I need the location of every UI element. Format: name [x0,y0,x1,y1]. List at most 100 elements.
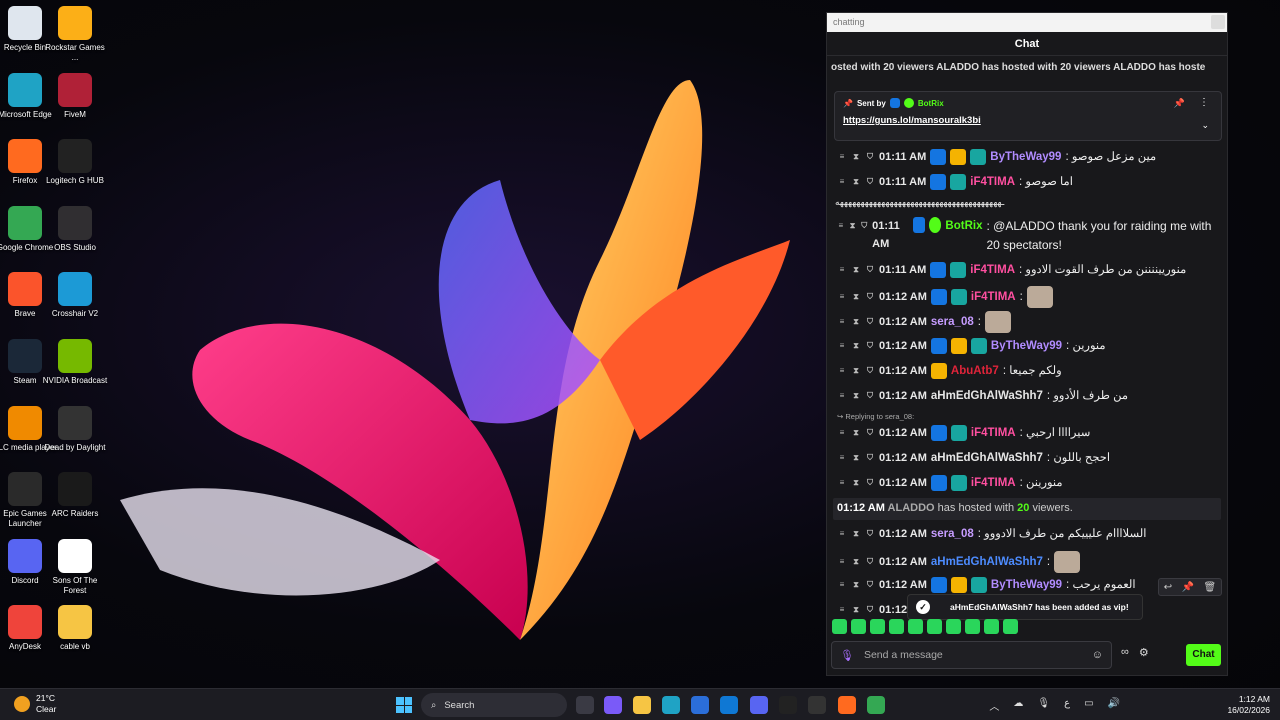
emote-icon[interactable] [946,619,961,634]
message-menu-icon[interactable]: ≡ [837,217,845,235]
chat-message[interactable]: ≡ ⧗ ⛉ 01:12 AM iF4TIMA: [837,286,1221,308]
username[interactable]: aHmEdGhAlWaShh7 [931,553,1043,571]
start-button[interactable] [396,697,412,713]
username[interactable]: sera_08 [931,525,974,543]
shield-icon[interactable]: ⛉ [865,337,875,355]
username[interactable]: iF4TIMA [971,474,1016,492]
reply-context[interactable]: ↪ Replying to sera_08: [837,412,914,421]
message-menu-icon[interactable]: ≡ [837,173,847,191]
pinned-link[interactable]: https://guns.lol/mansouralk3bi [843,115,1213,126]
desktop-icon[interactable]: Sons Of The Forest [42,538,108,596]
store-icon[interactable] [691,696,709,714]
shield-icon[interactable]: ⛉ [865,576,875,594]
username[interactable]: ByTheWay99 [991,337,1062,355]
chrome-icon[interactable] [867,696,885,714]
reply-icon[interactable]: ↩ [1164,582,1172,593]
close-icon[interactable] [1211,15,1225,29]
timeout-icon[interactable]: ⧗ [851,424,861,442]
more-options-icon[interactable]: ⋮ [1199,97,1209,108]
username[interactable]: iF4TIMA [970,173,1015,191]
timeout-icon[interactable]: ⧗ [851,337,861,355]
username[interactable]: AbuAtb7 [951,362,999,380]
shield-icon[interactable]: ⛉ [865,601,875,618]
message-menu-icon[interactable]: ≡ [837,387,847,405]
shield-icon[interactable]: ⛉ [865,362,875,380]
chat-message[interactable]: ≡ ⧗ ⛉ 01:12 AM iF4TIMA: منورينن [837,474,1221,492]
task-view-icon[interactable] [576,696,594,714]
volume-icon[interactable]: 🔊 [1108,698,1120,713]
shield-icon[interactable]: ⛉ [865,525,875,543]
discord-icon[interactable] [750,696,768,714]
window-titlebar[interactable]: chatting [827,13,1227,32]
message-menu-icon[interactable]: ≡ [837,601,847,618]
message-menu-icon[interactable]: ≡ [837,424,847,442]
desktop-icon[interactable]: Crosshair V2 [42,272,108,319]
desktop-icon[interactable]: OBS Studio [42,205,108,253]
emote-icon[interactable] [832,619,847,634]
pin-message-icon[interactable]: 📌 [1182,582,1194,593]
file-explorer-icon[interactable] [633,696,651,714]
chevron-up-icon[interactable]: ︿ [989,698,999,713]
timeout-icon[interactable]: ⧗ [851,148,861,166]
chat-message[interactable]: ≡ ⧗ ⛉ 01:11 AM BotRix: @ALADDO thank you for… [837,217,1221,255]
emote-icon[interactable] [1003,619,1018,634]
message-menu-icon[interactable]: ≡ [837,474,847,492]
emote-icon[interactable] [965,619,980,634]
desktop-icon[interactable]: cable vb [42,605,108,652]
desktop-icon[interactable]: Logitech G HUB [42,139,108,186]
timeout-icon[interactable]: ⧗ [849,217,857,235]
username[interactable]: sera_08 [931,313,974,331]
microphone-icon[interactable]: 🎙 [840,649,854,662]
emoji-icon[interactable]: ☺ [1092,649,1103,661]
pin-icon[interactable]: 📌 [1174,98,1185,109]
chat-message[interactable]: ≡ ⧗ ⛉ 01:12 AM aHmEdGhAlWaShh7: [837,551,1221,573]
timeout-icon[interactable]: ⧗ [851,601,861,618]
copilot-icon[interactable] [604,696,622,714]
chat-message[interactable]: ≡ ⧗ ⛉ 01:11 AM iF4TIMA: منورييننننن من طرف ا… [837,261,1221,279]
shield-icon[interactable]: ⛉ [865,387,875,405]
chat-message[interactable]: ≡ ⧗ ⛉ 01:12 AM AbuAtb7: ولكم جميعا [837,362,1221,380]
timeout-icon[interactable]: ⧗ [851,362,861,380]
timeout-icon[interactable]: ⧗ [851,449,861,467]
chat-message[interactable]: ≡ ⧗ ⛉ 01:11 AM ByTheWay99: مين مزعل صوصو [837,148,1221,166]
clock[interactable]: 1:12 AM 16/02/2026 [1227,694,1270,716]
timeout-icon[interactable]: ⧗ [851,173,861,191]
shield-icon[interactable]: ⛉ [865,288,875,306]
message-menu-icon[interactable]: ≡ [837,288,847,306]
message-menu-icon[interactable]: ≡ [837,313,847,331]
timeout-icon[interactable]: ⧗ [851,288,861,306]
username[interactable]: iF4TIMA [971,424,1016,442]
mail-icon[interactable] [720,696,738,714]
chat-message[interactable]: ≡ ⧗ ⛉ 01:12 AM aHmEdGhAlWaShh7: احجح باللون [837,449,1221,467]
taskbar-search[interactable]: ⌕ Search [421,693,567,717]
emote-icon[interactable] [927,619,942,634]
edge-icon[interactable] [662,696,680,714]
gear-icon[interactable]: ⚙ [1139,646,1149,659]
shield-icon[interactable]: ⛉ [865,148,875,166]
firefox-icon[interactable] [838,696,856,714]
username[interactable]: aHmEdGhAlWaShh7 [931,449,1043,467]
message-menu-icon[interactable]: ≡ [837,576,847,594]
message-menu-icon[interactable]: ≡ [837,362,847,380]
emote-icon[interactable] [984,619,999,634]
message-menu-icon[interactable]: ≡ [837,525,847,543]
desktop-icon[interactable]: ARC Raiders [42,472,108,519]
chat-message[interactable]: ≡ ⧗ ⛉ 01:12 AM ByTheWay99: منورين [837,337,1221,355]
username[interactable]: ByTheWay99 [990,148,1061,166]
chat-message[interactable]: ـههههههههههههههههههههههههههههههههههههههه… [835,193,1221,211]
username[interactable]: BotRix [945,217,982,235]
emote-icon[interactable] [870,619,885,634]
message-menu-icon[interactable]: ≡ [837,261,847,279]
message-menu-icon[interactable]: ≡ [837,553,847,571]
message-menu-icon[interactable]: ≡ [837,148,847,166]
username[interactable]: aHmEdGhAlWaShh7 [931,387,1043,405]
desktop-icon[interactable]: NVIDIA Broadcast [42,339,108,386]
shield-icon[interactable]: ⛉ [865,474,875,492]
shield-icon[interactable]: ⛉ [860,217,868,235]
send-chat-button[interactable]: Chat [1186,644,1221,666]
chat-message[interactable]: ≡ ⧗ ⛉ 01:12 AM aHmEdGhAlWaShh7: من طرف الأدو… [837,387,1221,405]
username[interactable]: iF4TIMA [971,288,1016,306]
timeout-icon[interactable]: ⧗ [851,553,861,571]
chat-message[interactable]: ≡ ⧗ ⛉ 01:12 AM sera_08: [837,311,1221,333]
weather-widget[interactable]: 21°C Clear [14,693,56,715]
